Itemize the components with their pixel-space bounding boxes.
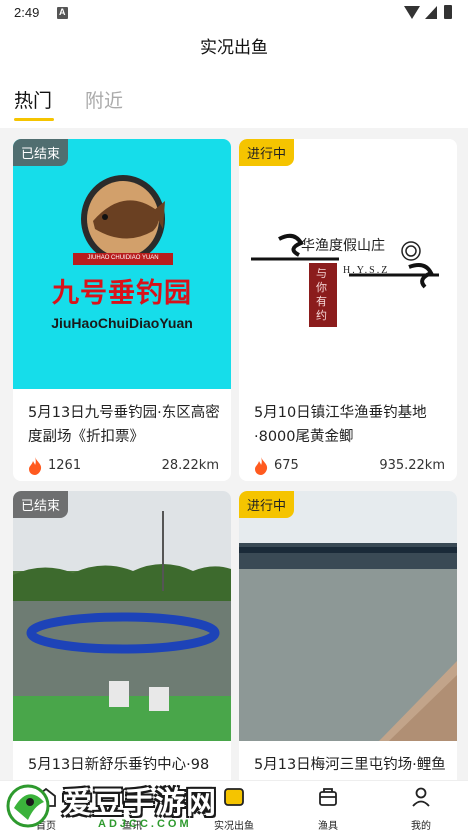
event-card[interactable]: 华渔度假山庄 H.Y.S.Z 与你有约 进行中 5月10日镇江华渔垂钓基地·80… (239, 139, 457, 481)
event-image: JIUHAO CHUIDIAO YUAN 九号垂钓园 JiuHaoChuiDia… (13, 139, 231, 389)
tab-bar: 热门 附近 (0, 72, 468, 128)
seal-text: 与你有约 (316, 267, 327, 322)
status-badge: 进行中 (239, 139, 295, 166)
status-badge: 已结束 (13, 491, 69, 518)
event-image (13, 491, 231, 741)
resort-abbr: H.Y.S.Z (343, 265, 390, 276)
watermark-sub: ADJCC.COM (98, 818, 192, 830)
nav-mine-label: 我的 (411, 821, 431, 832)
event-image (239, 491, 457, 741)
active-tab-indicator (14, 118, 54, 121)
signal-icon (425, 6, 437, 19)
app-bar: 实况出鱼 (0, 28, 468, 72)
card-title: 5月10日镇江华渔垂钓基地·8000尾黄金鲫 (254, 405, 427, 445)
tab-nearby[interactable]: 附近 (85, 86, 123, 113)
tab-hot[interactable]: 热门 (14, 86, 52, 113)
card-title: 5月13日九号垂钓园·东区高密度副场《折扣票》 (28, 405, 220, 445)
user-icon (412, 787, 430, 807)
nav-mine[interactable]: 我的 (381, 787, 461, 832)
battery-icon (444, 5, 452, 19)
logo-ribbon-text: JIUHAO CHUIDIAO YUAN (87, 255, 159, 261)
status-bar: 2:49 (0, 0, 468, 28)
heat-count: 1261 (48, 458, 82, 473)
fire-icon (29, 457, 42, 475)
watermark-text: 爱豆手游网 (62, 786, 217, 821)
nav-gear-label: 渔具 (318, 821, 338, 832)
notification-a-icon (57, 7, 68, 19)
resort-name: 华渔度假山庄 (301, 238, 385, 254)
status-badge: 已结束 (13, 139, 69, 166)
page-title: 实况出鱼 (200, 38, 268, 58)
fire-icon (255, 457, 268, 475)
nav-gear[interactable]: 渔具 (288, 787, 368, 832)
jiuhao-logo-image (73, 175, 173, 265)
status-badge: 进行中 (239, 491, 295, 518)
image-big-label: 九号垂钓园 (52, 278, 192, 309)
huayu-logo-image (251, 233, 439, 327)
image-pinyin-label: JiuHaoChuiDiaoYuan (51, 315, 193, 331)
distance: 28.22km (161, 458, 219, 473)
watermark: 爱豆手游网 ADJCC.COM (0, 776, 250, 832)
distance: 935.22km (379, 458, 445, 473)
heat-count: 675 (274, 458, 299, 473)
pond-photo (13, 491, 231, 741)
fishing-pond-photo (239, 491, 457, 741)
event-card[interactable]: JIUHAO CHUIDIAO YUAN 九号垂钓园 JiuHaoChuiDia… (13, 139, 231, 481)
status-time: 2:49 (14, 5, 40, 20)
wifi-icon (404, 6, 420, 19)
event-image: 华渔度假山庄 H.Y.S.Z 与你有约 (239, 139, 457, 389)
watermark-logo-icon (6, 784, 50, 828)
gear-box-icon (319, 788, 337, 806)
